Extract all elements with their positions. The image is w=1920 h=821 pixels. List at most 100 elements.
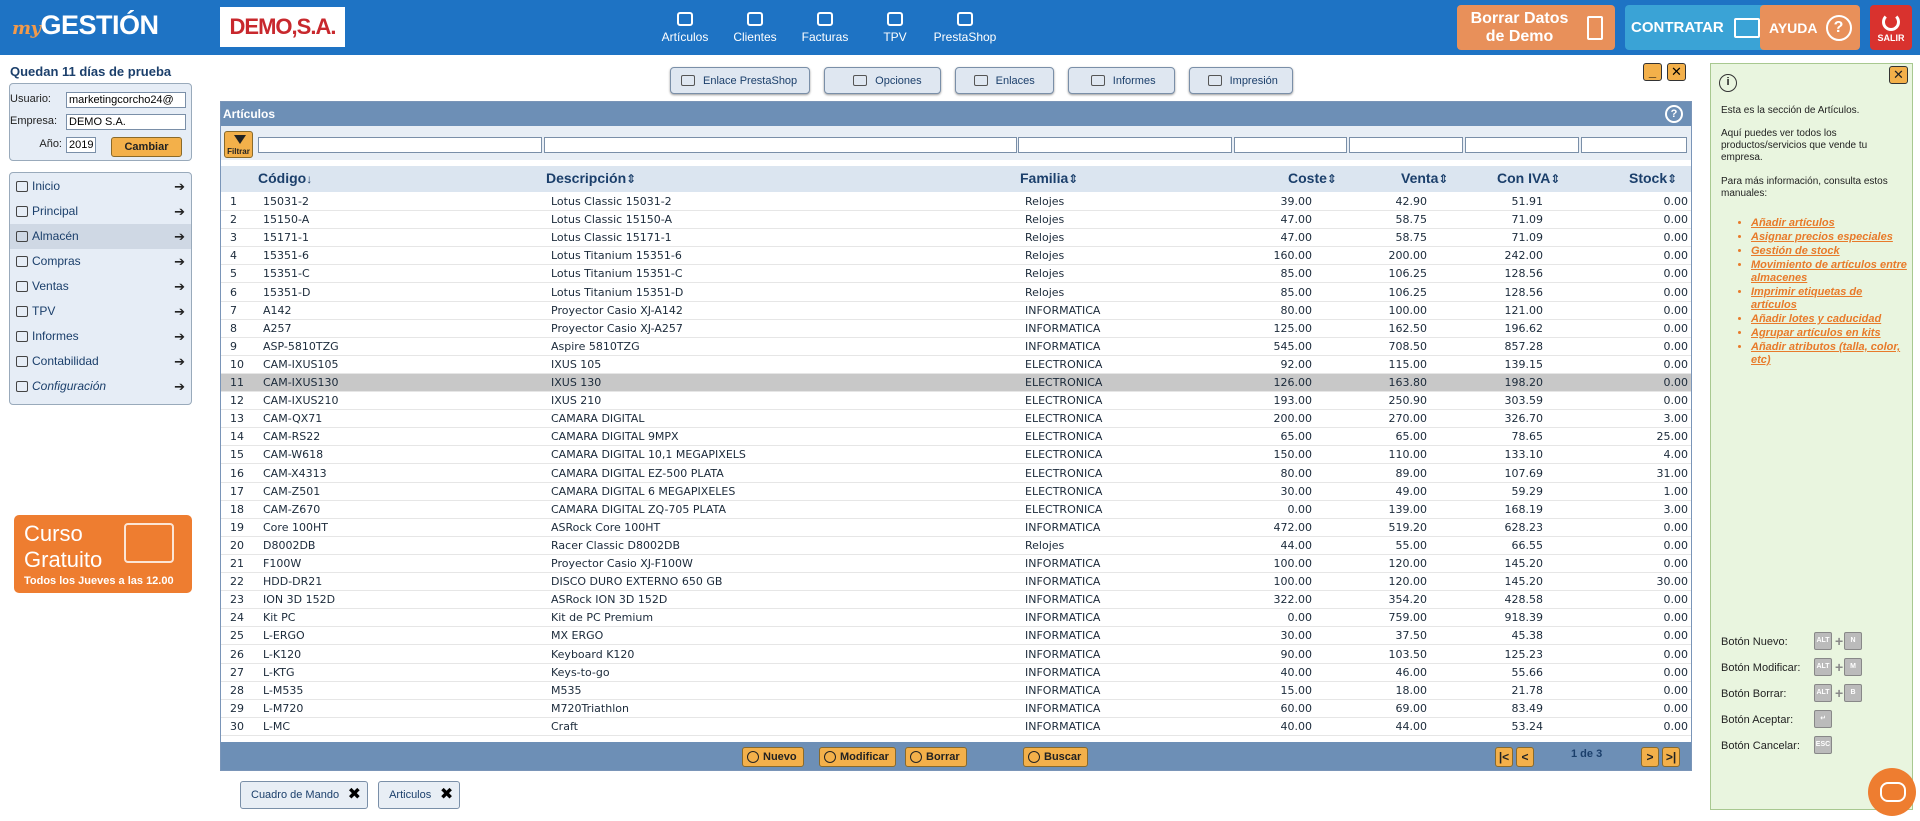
table-row[interactable]: 7 A142 Proyector Casio XJ-A142 INFORMATICA 8… <box>221 302 1691 320</box>
table-row[interactable]: 18 CAM-Z670 CAMARA DIGITAL ZQ-705 PLATA ELE… <box>221 501 1691 519</box>
table-row[interactable]: 26 L-K120 Keyboard K120 INFORMATICA 90.00 103… <box>221 646 1691 664</box>
table-row[interactable]: 17 CAM-Z501 CAMARA DIGITAL 6 MEGAPIXELES EL… <box>221 483 1691 501</box>
table-row[interactable]: 16 CAM-X4313 CAMARA DIGITAL EZ-500 PLATA EL… <box>221 465 1691 483</box>
usuario-field[interactable] <box>66 92 186 108</box>
sidebar-item-principal[interactable]: Principal ➔ <box>10 199 191 224</box>
col-codigo[interactable]: Código↓ <box>258 170 312 186</box>
row-number: 13 <box>230 412 244 426</box>
table-row[interactable]: 2 15150-A Lotus Classic 15150-A Relojes 47.0… <box>221 211 1691 230</box>
nuevo-button[interactable]: Nuevo <box>742 747 804 767</box>
manual-link[interactable]: Asignar precios especiales <box>1751 231 1911 244</box>
links-button[interactable]: Enlaces <box>954 67 1054 94</box>
manual-link[interactable]: Añadir artículos <box>1751 217 1911 230</box>
tab-cuadro-de-mando[interactable]: Cuadro de Mando ✖ <box>240 781 369 809</box>
sidebar-item-compras[interactable]: Compras ➔ <box>10 249 191 274</box>
table-row[interactable]: 23 ION 3D 152D ASRock ION 3D 152D INFORMATI… <box>221 591 1691 610</box>
manual-link[interactable]: Añadir atributos (talla, color, etc) <box>1751 341 1911 367</box>
filter-iva-input[interactable] <box>1465 137 1579 153</box>
table-row[interactable]: 19 Core 100HT ASRock Core 100HT INFORMATICA… <box>221 519 1691 537</box>
sidebar-item-configuracion[interactable]: Configuración ➔ <box>10 374 191 399</box>
manual-link[interactable]: Agrupar artículos en kits <box>1751 327 1911 340</box>
table-row[interactable]: 24 Kit PC Kit de PC Premium INFORMATICA 0.00… <box>221 609 1691 628</box>
nav-tpv[interactable]: TPV <box>860 10 930 44</box>
sidebar-item-inicio[interactable]: Inicio ➔ <box>10 174 191 199</box>
buscar-button[interactable]: Buscar <box>1023 747 1089 767</box>
filter-coste-input[interactable] <box>1234 137 1347 153</box>
table-row[interactable]: 21 F100W Proyector Casio XJ-F100W INFORMATI… <box>221 555 1691 573</box>
help-icon[interactable]: ? <box>1665 105 1683 123</box>
borrar-button[interactable]: Borrar <box>905 747 967 767</box>
col-coste[interactable]: Coste⇕ <box>1288 170 1337 186</box>
manual-link[interactable]: Gestión de stock <box>1751 245 1911 258</box>
table-row[interactable]: 20 D8002DB Racer Classic D8002DB Relojes 44.… <box>221 537 1691 555</box>
close-icon[interactable]: ✖ <box>440 782 453 808</box>
print-button[interactable]: Impresión <box>1188 67 1293 94</box>
table-row[interactable]: 14 CAM-RS22 CAMARA DIGITAL 9MPX ELECTRONICA… <box>221 428 1691 447</box>
nav-prestashop[interactable]: PrestaShop <box>930 10 1000 44</box>
delete-demo-data-button[interactable]: Borrar Datos de Demo <box>1457 5 1615 50</box>
table-row[interactable]: 13 CAM-QX71 CAMARA DIGITAL ELECTRONICA 200.0… <box>221 410 1691 429</box>
free-course-banner[interactable]: Curso Gratuito Todos los Jueves a las 12.… <box>14 515 192 593</box>
nav-clientes[interactable]: Clientes <box>720 10 790 44</box>
table-row[interactable]: 22 HDD-DR21 DISCO DURO EXTERNO 650 GB INFOR… <box>221 573 1691 592</box>
chat-icon[interactable] <box>1868 768 1916 816</box>
table-row[interactable]: 1 15031-2 Lotus Classic 15031-2 Relojes 39.0… <box>221 193 1691 211</box>
table-row[interactable]: 5 15351-C Lotus Titanium 15351-C Relojes 85.… <box>221 265 1691 284</box>
empresa-field[interactable] <box>66 114 186 130</box>
close-window-button[interactable]: ✕ <box>1667 63 1686 81</box>
nav-facturas[interactable]: Facturas <box>790 10 860 44</box>
app-logo[interactable]: myGESTIÓN <box>12 10 159 46</box>
sidebar-item-informes[interactable]: Informes ➔ <box>10 324 191 349</box>
minimize-button[interactable]: _ <box>1643 63 1662 81</box>
cambiar-button[interactable]: Cambiar <box>111 137 182 157</box>
table-row[interactable]: 27 L-KTG Keys-to-go INFORMATICA 40.00 46.00 55… <box>221 664 1691 682</box>
table-row[interactable]: 30 L-MC Craft INFORMATICA 40.00 44.00 53.24 0.0… <box>221 718 1691 736</box>
manual-link[interactable]: Imprimir etiquetas de artículos <box>1751 286 1911 312</box>
table-row[interactable]: 8 A257 Proyector Casio XJ-A257 INFORMATICA 1… <box>221 320 1691 338</box>
next-page-button[interactable]: > <box>1641 747 1659 767</box>
close-icon[interactable]: ✖ <box>348 782 361 808</box>
col-stock[interactable]: Stock⇕ <box>1629 170 1677 186</box>
salir-button[interactable]: SALIR <box>1870 5 1912 50</box>
manual-link[interactable]: Movimiento de artículos entre almacenes <box>1751 259 1911 285</box>
prestashop-link-button[interactable]: Enlace PrestaShop <box>670 67 811 94</box>
col-venta[interactable]: Venta⇕ <box>1401 170 1448 186</box>
nav-articulos[interactable]: Artículos <box>650 10 720 44</box>
table-row[interactable]: 11 CAM-IXUS130 IXUS 130 ELECTRONICA 126.00 16… <box>221 374 1691 392</box>
filter-venta-input[interactable] <box>1349 137 1463 153</box>
filter-codigo-input[interactable] <box>258 137 542 153</box>
table-row[interactable]: 28 L-M535 M535 INFORMATICA 15.00 18.00 21.78 0.… <box>221 682 1691 700</box>
reports-button[interactable]: Informes <box>1067 67 1175 94</box>
last-page-button[interactable]: >| <box>1662 747 1680 767</box>
modificar-button[interactable]: Modificar <box>819 747 896 767</box>
cell-stock: 0.00 <box>1663 285 1689 299</box>
col-descripcion[interactable]: Descripción⇕ <box>546 170 636 186</box>
prev-page-button[interactable]: < <box>1516 747 1534 767</box>
sidebar-item-tpv[interactable]: TPV ➔ <box>10 299 191 324</box>
filter-button[interactable]: Filtrar <box>224 131 253 158</box>
col-con-iva[interactable]: Con IVA⇕ <box>1497 170 1560 186</box>
first-page-button[interactable]: |< <box>1495 747 1513 767</box>
filter-stock-input[interactable] <box>1581 137 1687 153</box>
anio-field[interactable] <box>66 137 96 153</box>
table-row[interactable]: 6 15351-D Lotus Titanium 15351-D Relojes 85.… <box>221 284 1691 302</box>
sidebar-item-almacen[interactable]: Almacén ➔ <box>10 224 191 249</box>
table-row[interactable]: 12 CAM-IXUS210 IXUS 210 ELECTRONICA 193.00 25… <box>221 392 1691 411</box>
close-help-button[interactable]: ✕ <box>1889 66 1908 84</box>
filter-familia-input[interactable] <box>1018 137 1232 153</box>
col-familia[interactable]: Familia⇕ <box>1020 170 1078 186</box>
table-row[interactable]: 29 L-M720 M720Triathlon INFORMATICA 60.00 69.… <box>221 700 1691 718</box>
tab-articulos[interactable]: Articulos ✖ <box>378 781 461 809</box>
ayuda-button[interactable]: AYUDA? <box>1760 5 1860 50</box>
options-button[interactable]: Opciones <box>824 67 941 94</box>
manual-link[interactable]: Añadir lotes y caducidad <box>1751 313 1911 326</box>
table-row[interactable]: 9 ASP-5810TZG Aspire 5810TZG INFORMATICA 545… <box>221 338 1691 356</box>
table-row[interactable]: 25 L-ERGO MX ERGO INFORMATICA 30.00 37.50 45.3… <box>221 627 1691 646</box>
filter-descripcion-input[interactable] <box>544 137 1017 153</box>
table-row[interactable]: 4 15351-6 Lotus Titanium 15351-6 Relojes 160… <box>221 247 1691 266</box>
sidebar-item-ventas[interactable]: Ventas ➔ <box>10 274 191 299</box>
table-row[interactable]: 3 15171-1 Lotus Classic 15171-1 Relojes 47.0… <box>221 229 1691 248</box>
table-row[interactable]: 15 CAM-W618 CAMARA DIGITAL 10,1 MEGAPIXELS… <box>221 446 1691 465</box>
sidebar-item-contabilidad[interactable]: Contabilidad ➔ <box>10 349 191 374</box>
table-row[interactable]: 10 CAM-IXUS105 IXUS 105 ELECTRONICA 92.00 115… <box>221 356 1691 374</box>
